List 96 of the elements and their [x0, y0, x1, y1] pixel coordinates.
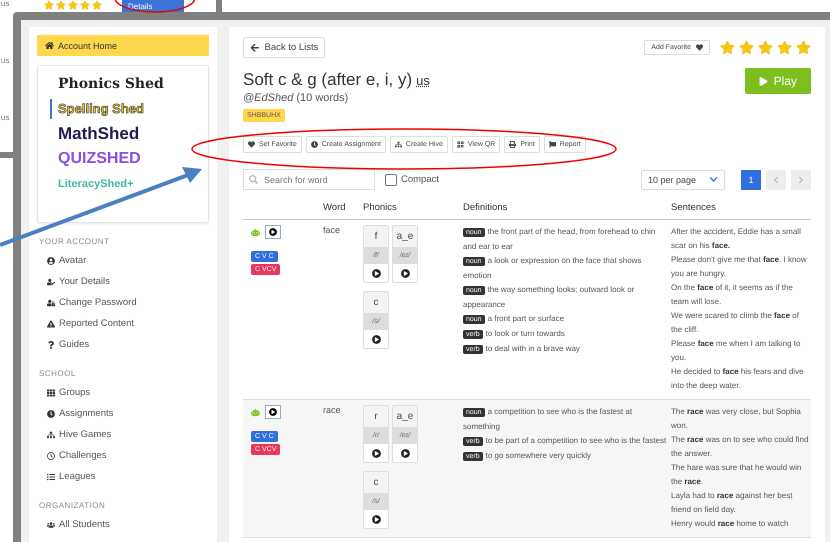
nav-link[interactable]: Avatar	[37, 250, 86, 271]
arrow-left-icon	[250, 42, 260, 52]
heart-icon	[696, 44, 703, 51]
print-icon	[509, 141, 516, 148]
star-icon	[796, 40, 811, 55]
robot-icon	[251, 408, 260, 416]
account-home-button[interactable]: Account Home	[37, 35, 209, 56]
star-icon	[44, 0, 54, 10]
list-title: Soft c & g (after e, i, y) us	[243, 70, 430, 90]
nav-link[interactable]: Your Details	[37, 271, 110, 292]
star-icon	[739, 40, 754, 55]
nav-link[interactable]: Challenges	[37, 445, 107, 466]
search-icon	[249, 175, 258, 184]
section-heading: SCHOOL	[39, 369, 77, 378]
star-icon	[56, 0, 66, 10]
warning-icon	[47, 320, 55, 328]
author-line: @EdShed (10 words)	[243, 92, 350, 104]
nav-link[interactable]: Hive Games	[37, 424, 112, 445]
grapheme: c	[364, 292, 388, 313]
example-sentence: After the accident, Eddie has a small scar on his face.	[671, 226, 802, 252]
product-logo[interactable]: Phonics Shed	[50, 74, 202, 94]
column-header: Sentences	[671, 202, 717, 213]
example-sentence: Layla had to race against her best friend on field day.	[671, 490, 794, 516]
play-audio-button[interactable]	[265, 405, 281, 419]
robot-icon	[251, 228, 260, 236]
grapheme: f	[364, 226, 388, 247]
grapheme: r	[364, 406, 388, 427]
star-icon	[80, 0, 90, 10]
play-icon	[269, 228, 277, 236]
home-icon	[45, 41, 54, 50]
play-icon[interactable]	[400, 268, 410, 278]
section-heading: ORGANIZATION	[39, 501, 106, 510]
nav-link[interactable]: Assignments	[37, 403, 114, 424]
chevron-down-icon	[709, 175, 718, 184]
example-sentence: On the face of it, it seems as if the team will lose.	[671, 282, 794, 308]
search-field[interactable]: Search for word	[243, 169, 375, 190]
column-header: Phonics	[363, 202, 398, 213]
example-sentence: Please don’t give me that face. I know you are hungry.	[671, 254, 808, 280]
question-icon	[47, 340, 55, 348]
users-icon	[47, 520, 55, 528]
nav-link[interactable]: Groups	[37, 382, 90, 403]
clock-icon	[47, 452, 55, 460]
column-header: Definitions	[463, 202, 508, 213]
product-logo[interactable]: MathShed	[50, 124, 202, 144]
checkbox[interactable]	[385, 174, 397, 186]
play-icon	[269, 408, 277, 416]
nav-link[interactable]: Reported Content	[37, 313, 134, 334]
example-sentence: Henry would race home to watch	[671, 518, 790, 530]
play-icon[interactable]	[372, 268, 380, 278]
user-icon	[47, 278, 55, 286]
hierarchy-icon	[394, 141, 402, 148]
play-icon[interactable]	[400, 448, 410, 458]
example-sentence: The race was very close, but Sophia won.	[671, 406, 802, 432]
heart-icon	[248, 141, 255, 148]
word-cell-text: face	[323, 225, 342, 237]
list-icon	[47, 472, 55, 480]
word-cell-text: race	[323, 405, 342, 417]
example-sentence: The hare was sure that he would win the race.	[671, 462, 802, 488]
section-heading: YOUR ACCOUNT	[39, 237, 110, 246]
chevron-left-icon	[772, 176, 780, 184]
chevron-right-icon	[797, 176, 805, 184]
star-icon	[68, 0, 78, 10]
grapheme: a_e	[393, 406, 417, 427]
example-sentence: We were scared to climb the face of the cliff.	[671, 310, 800, 336]
play-icon[interactable]	[372, 448, 380, 458]
play-icon	[758, 76, 768, 86]
example-sentence: The race was on to see who could find the answer.	[671, 434, 810, 460]
nav-link[interactable]: Guides	[37, 334, 90, 355]
clock-icon	[310, 141, 318, 148]
back-button[interactable]: Back to Lists	[243, 37, 326, 58]
example-sentence: He decided to face his fears and dive into the deep water.	[671, 366, 805, 392]
compact-checkbox[interactable]: Compact	[385, 174, 440, 186]
nav-link[interactable]: All Students	[37, 514, 110, 535]
per-page-select[interactable]: 10 per page	[641, 170, 725, 190]
grapheme: a_e	[393, 226, 417, 247]
product-logo[interactable]: QUIZSHED	[50, 149, 202, 169]
example-sentence: Please face me when I am talking to you.	[671, 338, 802, 364]
nav-link[interactable]: Leagues	[37, 466, 96, 487]
star-icon	[92, 0, 102, 10]
user-lock-icon	[47, 298, 55, 306]
flag-icon	[548, 141, 556, 148]
star-icon	[720, 40, 735, 55]
grapheme: c	[364, 472, 388, 493]
play-audio-button[interactable]	[265, 225, 281, 239]
star-icon	[758, 40, 773, 55]
play-icon[interactable]	[372, 514, 380, 524]
grid-icon	[47, 388, 55, 396]
play-icon[interactable]	[372, 334, 380, 344]
star-icon	[777, 40, 792, 55]
qr-code-icon	[456, 141, 464, 148]
page-button[interactable]: 1	[741, 170, 761, 190]
nav-link[interactable]: Change Password	[37, 292, 137, 313]
hierarchy-icon	[47, 430, 55, 438]
clock-icon	[47, 410, 55, 418]
column-header: Word	[323, 202, 347, 213]
locale-label: us	[416, 73, 430, 88]
